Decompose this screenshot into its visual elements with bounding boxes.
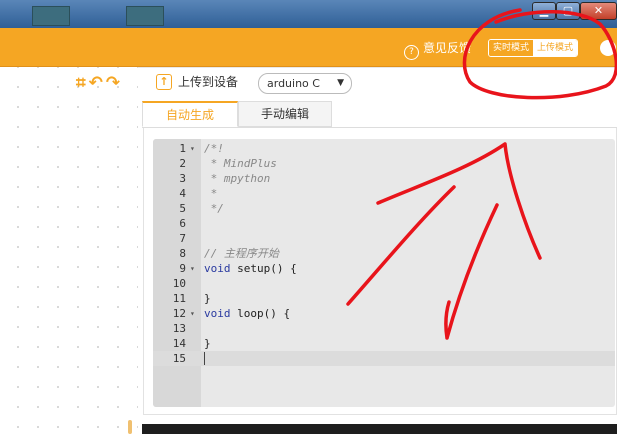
mode-upload-option[interactable]: 上传模式 [533,40,578,56]
code-text: void setup() { [204,261,297,276]
line-number: 13 [172,322,186,335]
board-select[interactable]: arduino C ▼ [258,73,352,94]
code-line[interactable]: 11} [153,291,615,306]
code-line[interactable]: 3 * mpython [153,171,615,186]
code-line[interactable]: 7 [153,231,615,246]
upload-button[interactable]: ↑ 上传到设备 [156,73,238,90]
line-number: 1 [179,142,186,155]
code-content: * MindPlus [204,157,277,170]
line-number: 14 [172,337,186,350]
line-number: 6 [179,217,186,230]
taskbar-thumbnail [32,6,70,26]
code-text: */ [204,201,224,216]
line-number: 7 [179,232,186,245]
tab-manual-edit[interactable]: 手动编辑 [238,101,332,127]
bottom-panel-strip [142,424,617,434]
line-number: 9 [179,262,186,275]
code-content: loop() { [230,307,291,320]
minimize-button[interactable]: ▁ [532,2,556,20]
code-line[interactable]: 10 [153,276,615,291]
mode-realtime-option[interactable]: 实时模式 [489,40,534,56]
code-content: */ [204,202,224,215]
line-number: 4 [179,187,186,200]
app-header: ? 意见反馈 实时模式 上传模式 [0,28,617,67]
code-content: * mpython [204,172,271,185]
feedback-label: 意见反馈 [423,41,472,55]
chevron-down-icon: ▼ [337,78,344,88]
code-tabs: 自动生成 手动编辑 [142,101,617,128]
user-avatar-icon[interactable] [600,40,616,56]
line-number: 2 [179,157,186,170]
line-number: 15 [172,352,186,365]
line-number: 8 [179,247,186,260]
taskbar-thumbnail [126,6,164,26]
panel-splitter[interactable] [128,420,132,434]
help-circle-icon: ? [404,45,419,60]
code-line[interactable]: 15 [153,351,615,366]
mode-switch[interactable]: 实时模式 上传模式 [488,39,579,57]
crop-icon[interactable]: ⌗ [76,74,86,92]
code-text: } [204,336,211,351]
code-content: /*! [204,142,224,155]
board-selected-value: arduino C [267,77,320,90]
undo-icon[interactable]: ↶ [89,74,103,92]
close-button[interactable]: ✕ [580,2,617,20]
line-number: 10 [172,277,186,290]
upload-label: 上传到设备 [178,75,239,89]
code-text: void loop() { [204,306,290,321]
code-text: * MindPlus [204,156,277,171]
code-line[interactable]: 1 ▾ /*! [153,141,615,156]
code-text: // 主程序开始 [204,246,279,261]
code-text: /*! [204,141,224,156]
fold-arrow-icon[interactable]: ▾ [190,141,195,156]
code-line[interactable]: 6 [153,216,615,231]
code-content: } [204,292,211,305]
code-text: * mpython [204,171,271,186]
text-cursor [204,352,205,365]
code-content: setup() { [230,262,297,275]
tab-auto-generate[interactable]: 自动生成 [142,101,238,127]
line-number: 5 [179,202,186,215]
line-number: 3 [179,172,186,185]
line-number: 11 [172,292,186,305]
code-text: * [204,186,218,201]
code-content: * [204,187,218,200]
fold-arrow-icon[interactable]: ▾ [190,261,195,276]
feedback-link[interactable]: ? 意见反馈 [404,39,471,60]
line-number: 12 [172,307,186,320]
code-line[interactable]: 12 ▾ void loop() { [153,306,615,321]
code-line[interactable]: 9 ▾ void setup() { [153,261,615,276]
code-editor[interactable]: 1 ▾/*! 2 * MindPlus 3 * mpython 4 * 5 */6 7 8//… [153,139,615,407]
code-line[interactable]: 4 * [153,186,615,201]
block-workspace[interactable] [0,67,138,434]
code-line[interactable]: 2 * MindPlus [153,156,615,171]
workspace-tools: ⌗ ↶ ↷ [76,74,120,92]
maximize-button[interactable]: ▢ [556,2,580,20]
fold-arrow-icon[interactable]: ▾ [190,306,195,321]
window-titlebar: ▁ ▢ ✕ [0,0,617,28]
code-keyword: void [204,307,231,320]
code-keyword: void [204,262,231,275]
redo-icon[interactable]: ↷ [106,74,120,92]
code-line[interactable]: 14} [153,336,615,351]
upload-arrow-icon: ↑ [156,73,172,90]
code-content: // 主程序开始 [204,247,279,260]
code-line[interactable]: 13 [153,321,615,336]
code-line[interactable]: 5 */ [153,201,615,216]
code-content: } [204,337,211,350]
code-line[interactable]: 8 // 主程序开始 [153,246,615,261]
code-text: } [204,291,211,306]
